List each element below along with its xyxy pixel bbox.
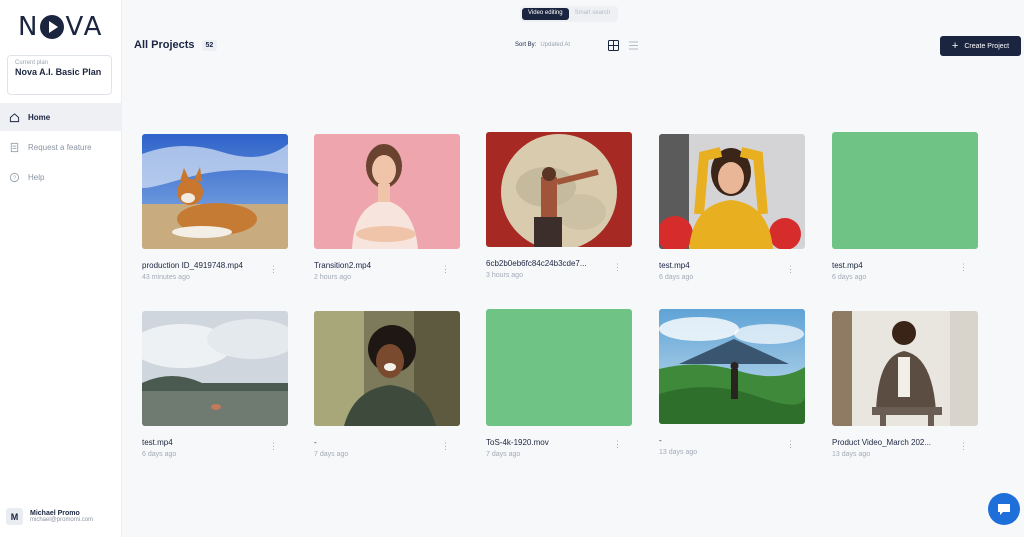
thumbnail-laughing-woman[interactable]: [314, 311, 460, 426]
project-card[interactable]: production ID_4919748.mp4 43 minutes ago…: [142, 134, 290, 281]
page-title-text: All Projects: [134, 39, 195, 51]
grid-view-icon[interactable]: [608, 40, 619, 51]
sidebar: N VA Current plan Nova A.I. Basic Plan H…: [0, 0, 122, 537]
more-options-icon[interactable]: ⋮: [269, 441, 278, 452]
thumbnail-businessman[interactable]: [832, 311, 978, 426]
project-title: test.mp4: [832, 261, 863, 270]
project-card[interactable]: test.mp4 6 days ago ⋮: [832, 132, 980, 281]
project-time: 13 days ago: [832, 451, 871, 458]
project-card[interactable]: 6cb2b0eb6fc84c24b3cde7... 3 hours ago ⋮: [486, 132, 634, 279]
project-time: 6 days ago: [142, 451, 177, 458]
project-title: Transition2.mp4: [314, 261, 372, 270]
sidebar-item-label: Home: [28, 112, 51, 122]
user-email: michael@promomi.com: [30, 517, 94, 523]
thumbnail-mountain[interactable]: [659, 309, 805, 424]
more-options-icon[interactable]: ⋮: [959, 441, 968, 452]
project-card[interactable]: test.mp4 6 days ago ⋮: [142, 311, 290, 458]
logo-text-start: N: [18, 12, 40, 42]
project-title: test.mp4: [659, 261, 690, 270]
logo-text-end: VA: [65, 12, 104, 42]
create-project-button[interactable]: + Create Project: [940, 36, 1021, 56]
project-time: 13 days ago: [659, 449, 698, 456]
project-card[interactable]: Transition2.mp4 2 hours ago ⋮: [314, 134, 462, 281]
mode-toggle: Video editing Smart search: [520, 6, 619, 22]
plan-label: Current plan: [15, 60, 49, 66]
list-view-icon[interactable]: [628, 40, 639, 51]
thumbnail-woman-pink[interactable]: [314, 134, 460, 249]
plan-name: Nova A.I. Basic Plan: [15, 67, 102, 77]
play-icon: [40, 15, 65, 39]
nova-logo[interactable]: N VA: [18, 12, 104, 42]
more-options-icon[interactable]: ⋮: [269, 264, 278, 275]
sort-control[interactable]: Sort By: Updated At: [515, 42, 570, 48]
project-time: 6 days ago: [659, 274, 694, 281]
project-time: 6 days ago: [832, 274, 867, 281]
project-card[interactable]: - 7 days ago ⋮: [314, 311, 462, 458]
tab-smart-search[interactable]: Smart search: [569, 8, 617, 20]
project-title: -: [314, 438, 317, 447]
sidebar-item-label: Request a feature: [28, 142, 92, 152]
project-time: 43 minutes ago: [142, 274, 190, 281]
user-profile[interactable]: M Michael Promo michael@promomi.com: [6, 508, 93, 525]
more-options-icon[interactable]: ⋮: [613, 439, 622, 450]
project-card[interactable]: ToS-4k-1920.mov 7 days ago ⋮: [486, 309, 634, 458]
project-title: test.mp4: [142, 438, 173, 447]
thumbnail-green-placeholder[interactable]: [832, 132, 978, 249]
help-icon: ?: [9, 172, 20, 182]
project-time: 2 hours ago: [314, 274, 351, 281]
project-card[interactable]: Product Video_March 202... 13 days ago ⋮: [832, 311, 980, 458]
sidebar-nav: Home Request a feature ? Help: [0, 103, 122, 193]
project-title: -: [659, 436, 662, 445]
more-options-icon[interactable]: ⋮: [441, 441, 450, 452]
home-icon: [9, 112, 20, 122]
project-title: Product Video_March 202...: [832, 438, 932, 447]
sidebar-item-label: Help: [28, 172, 45, 182]
project-count-badge: 52: [201, 39, 218, 51]
plus-icon: +: [951, 39, 959, 52]
thumbnail-lake[interactable]: [142, 311, 288, 426]
tab-video-editing[interactable]: Video editing: [522, 8, 569, 20]
project-title: ToS-4k-1920.mov: [486, 438, 549, 447]
more-options-icon[interactable]: ⋮: [959, 262, 968, 273]
more-options-icon[interactable]: ⋮: [613, 262, 622, 273]
sidebar-item-home[interactable]: Home: [0, 103, 122, 131]
project-time: 7 days ago: [314, 451, 349, 458]
more-options-icon[interactable]: ⋮: [441, 264, 450, 275]
user-name: Michael Promo: [30, 510, 80, 517]
sort-value: Updated At: [540, 42, 571, 48]
project-card[interactable]: - 13 days ago ⋮: [659, 309, 807, 456]
document-icon: [10, 142, 19, 152]
thumbnail-corgi-beach[interactable]: [142, 134, 288, 249]
more-options-icon[interactable]: ⋮: [786, 264, 795, 275]
project-time: 7 days ago: [486, 451, 521, 458]
more-options-icon[interactable]: ⋮: [786, 439, 795, 450]
project-title: production ID_4919748.mp4: [142, 261, 243, 270]
project-title: 6cb2b0eb6fc84c24b3cde7...: [486, 259, 587, 268]
page-title: All Projects 52: [134, 39, 218, 51]
sort-label: Sort By:: [515, 42, 537, 48]
project-card[interactable]: test.mp4 6 days ago ⋮: [659, 134, 807, 281]
thumbnail-green-placeholder[interactable]: [486, 309, 632, 426]
svg-text:?: ?: [13, 175, 16, 181]
chat-icon: [998, 504, 1010, 515]
thumbnail-man-circle[interactable]: [486, 132, 632, 247]
thumbnail-woman-yellow[interactable]: [659, 134, 805, 249]
sidebar-item-help[interactable]: ? Help: [0, 163, 122, 191]
sidebar-item-request-feature[interactable]: Request a feature: [0, 133, 122, 161]
project-time: 3 hours ago: [486, 272, 523, 279]
plan-card[interactable]: Current plan Nova A.I. Basic Plan: [7, 55, 112, 95]
avatar: M: [6, 508, 23, 525]
create-project-label: Create Project: [964, 42, 1010, 50]
chat-support-button[interactable]: [988, 493, 1020, 525]
